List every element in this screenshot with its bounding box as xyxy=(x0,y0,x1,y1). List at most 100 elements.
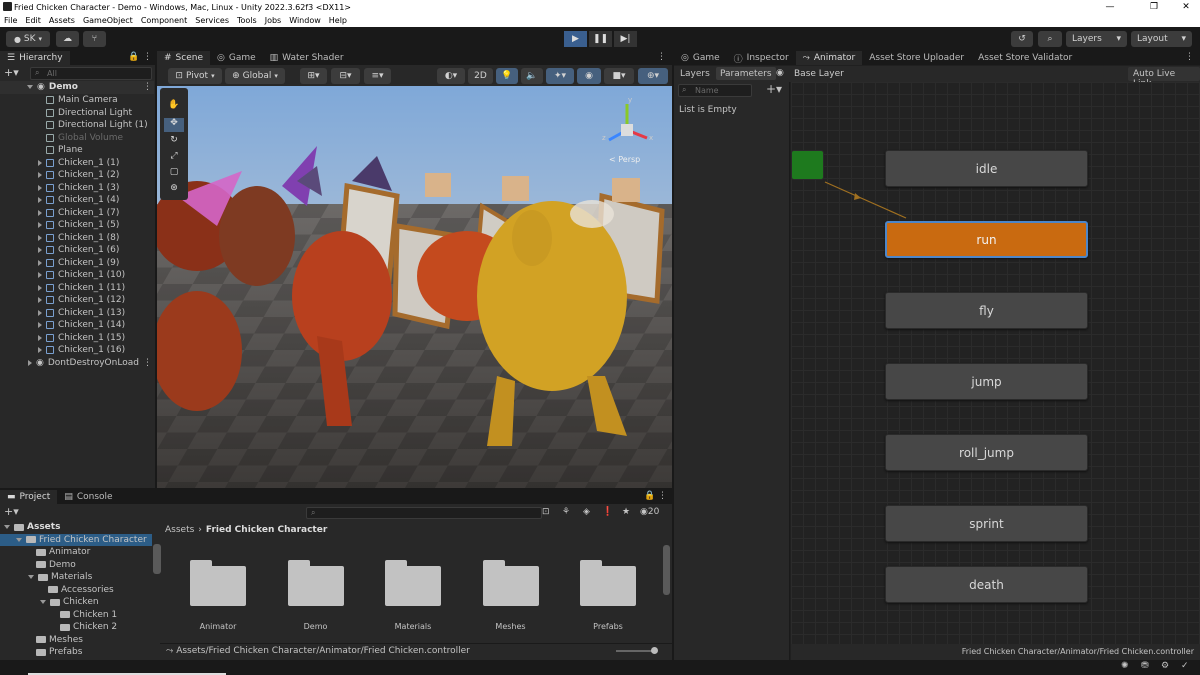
expand-icon[interactable] xyxy=(38,284,42,291)
draw-mode-button[interactable]: ◐▾ xyxy=(437,68,465,84)
tab-animator[interactable]: ⤳ Animator xyxy=(795,51,863,65)
slider-handle[interactable] xyxy=(651,647,658,654)
hierarchy-item[interactable]: Chicken_1 (1) xyxy=(0,157,154,170)
expand-icon[interactable] xyxy=(38,309,42,316)
project-tree-item[interactable]: Prefabs xyxy=(0,646,152,659)
hierarchy-item[interactable]: Chicken_1 (7) xyxy=(0,207,154,220)
state-death[interactable]: death xyxy=(885,566,1088,603)
hierarchy-item[interactable]: Chicken_1 (13) xyxy=(0,307,154,320)
dontdestroy-row[interactable]: ◉ DontDestroyOnLoad ⋮ xyxy=(0,357,154,370)
state-jump[interactable]: jump xyxy=(885,363,1088,400)
hierarchy-search-input[interactable]: ⌕ All xyxy=(30,67,152,80)
more-icon[interactable]: ⋮ xyxy=(143,358,152,368)
effects-dropdown[interactable]: ✦▾ xyxy=(546,68,574,84)
hierarchy-item[interactable]: Chicken_1 (10) xyxy=(0,269,154,282)
menu-tools[interactable]: Tools xyxy=(237,16,257,25)
scale-tool-icon[interactable]: ⤢ xyxy=(164,151,184,165)
folder-icon[interactable] xyxy=(580,560,636,606)
auto-live-link-button[interactable]: Auto Live Link xyxy=(1128,67,1200,89)
project-tree-item[interactable]: Chicken 2 xyxy=(0,621,152,634)
hierarchy-item[interactable]: Chicken_1 (4) xyxy=(0,194,154,207)
debug-icon[interactable]: ✺ xyxy=(1121,661,1129,671)
tab-water-shader[interactable]: ▥ Water Shader xyxy=(263,51,351,65)
layers-tab[interactable]: Layers xyxy=(680,69,710,79)
expand-icon[interactable] xyxy=(40,600,46,605)
align-button[interactable]: ≡▾ xyxy=(364,68,391,84)
restore-icon[interactable]: ❐ xyxy=(1136,0,1172,14)
grid-snap-button[interactable]: ⊞▾ xyxy=(300,68,327,84)
tab-console[interactable]: ▤ Console xyxy=(57,490,119,504)
project-tree-item[interactable]: Chicken xyxy=(0,596,152,609)
expand-icon[interactable] xyxy=(4,525,10,530)
tab-asset-store-uploader[interactable]: Asset Store Uploader xyxy=(862,51,971,65)
pivot-dropdown[interactable]: ⊡ Pivot ▾ xyxy=(168,68,222,84)
persp-label[interactable]: < Persp xyxy=(609,155,640,164)
step-button[interactable]: ▶| xyxy=(614,31,637,47)
hierarchy-item[interactable]: Global Volume xyxy=(0,132,154,145)
move-tool-icon[interactable]: ✥ xyxy=(164,118,184,132)
axis-gizmo-icon[interactable] xyxy=(597,94,657,154)
hierarchy-item[interactable]: Chicken_1 (2) xyxy=(0,169,154,182)
project-tree-item[interactable]: Fried Chicken Character xyxy=(0,533,152,546)
tab-asset-store-validator[interactable]: Asset Store Validator xyxy=(971,51,1079,65)
project-tree-item[interactable]: Animator xyxy=(0,546,152,559)
expand-icon[interactable] xyxy=(27,85,33,90)
project-tree-item[interactable]: Accessories xyxy=(0,584,152,597)
menu-component[interactable]: Component xyxy=(141,16,187,25)
hierarchy-item[interactable]: Chicken_1 (5) xyxy=(0,219,154,232)
expand-icon[interactable] xyxy=(38,184,42,191)
warning-icon[interactable]: ❗ xyxy=(602,507,613,517)
hierarchy-item[interactable]: Main Camera xyxy=(0,94,154,107)
folder-label[interactable]: Prefabs xyxy=(568,622,648,631)
project-search-input[interactable]: ⌕ xyxy=(306,507,542,519)
expand-icon[interactable] xyxy=(38,209,42,216)
more-icon[interactable]: ⋮ xyxy=(143,52,152,62)
hierarchy-item[interactable]: Chicken_1 (8) xyxy=(0,232,154,245)
state-run[interactable]: run xyxy=(885,221,1088,258)
tab-game-right[interactable]: ◎ Game xyxy=(674,51,727,65)
create-button[interactable]: +▾ xyxy=(4,67,26,80)
expand-icon[interactable] xyxy=(38,222,42,229)
menu-jobs[interactable]: Jobs xyxy=(265,16,282,25)
menu-help[interactable]: Help xyxy=(329,16,347,25)
tab-inspector[interactable]: ⓘ Inspector xyxy=(727,51,796,65)
scene-render[interactable] xyxy=(157,86,672,488)
folder-icon[interactable] xyxy=(482,560,539,606)
pause-button[interactable]: ❚❚ xyxy=(589,31,612,47)
grid-scrollbar[interactable] xyxy=(663,545,670,595)
expand-icon[interactable] xyxy=(28,360,32,367)
project-tree-item[interactable]: Chicken 1 xyxy=(0,609,152,622)
menu-services[interactable]: Services xyxy=(195,16,229,25)
rect-tool-icon[interactable]: ▢ xyxy=(164,167,184,181)
folder-icon[interactable] xyxy=(190,560,246,606)
menu-file[interactable]: File xyxy=(4,16,17,25)
tab-hierarchy[interactable]: ☰ Hierarchy xyxy=(0,51,70,65)
network-icon[interactable]: ⚙ xyxy=(1161,661,1169,671)
close-icon[interactable]: ✕ xyxy=(1168,0,1200,14)
play-button[interactable]: ▶ xyxy=(564,31,587,47)
eye-icon[interactable]: ◉ xyxy=(776,68,784,78)
layers-dropdown[interactable]: Layers ▾ xyxy=(1066,31,1127,47)
add-parameter-button[interactable]: +▾ xyxy=(766,82,782,96)
hierarchy-item[interactable]: Plane xyxy=(0,144,154,157)
hidden-count-badge[interactable]: ◉20 xyxy=(640,507,659,517)
expand-icon[interactable] xyxy=(38,347,42,354)
breadcrumb-current[interactable]: Fried Chicken Character xyxy=(206,525,327,535)
hierarchy-item[interactable]: Chicken_1 (16) xyxy=(0,344,154,357)
layout-dropdown[interactable]: Layout ▾ xyxy=(1131,31,1192,47)
menu-assets[interactable]: Assets xyxy=(49,16,75,25)
expand-icon[interactable] xyxy=(38,297,42,304)
more-icon[interactable]: ⋮ xyxy=(658,491,667,501)
lighting-toggle[interactable]: 💡 xyxy=(496,68,518,84)
tree-scrollbar[interactable] xyxy=(153,544,161,574)
menu-window[interactable]: Window xyxy=(289,16,321,25)
more-icon[interactable]: ⋮ xyxy=(143,82,152,92)
project-tree-item[interactable]: Meshes xyxy=(0,634,152,647)
expand-icon[interactable] xyxy=(38,159,42,166)
minimize-icon[interactable]: — xyxy=(1092,0,1128,14)
hierarchy-item[interactable]: Chicken_1 (11) xyxy=(0,282,154,295)
hierarchy-item[interactable]: Directional Light (1) xyxy=(0,119,154,132)
rotate-tool-icon[interactable]: ↻ xyxy=(164,135,184,149)
2d-toggle[interactable]: 2D xyxy=(468,68,493,84)
tab-project[interactable]: ▬ Project xyxy=(0,490,58,504)
